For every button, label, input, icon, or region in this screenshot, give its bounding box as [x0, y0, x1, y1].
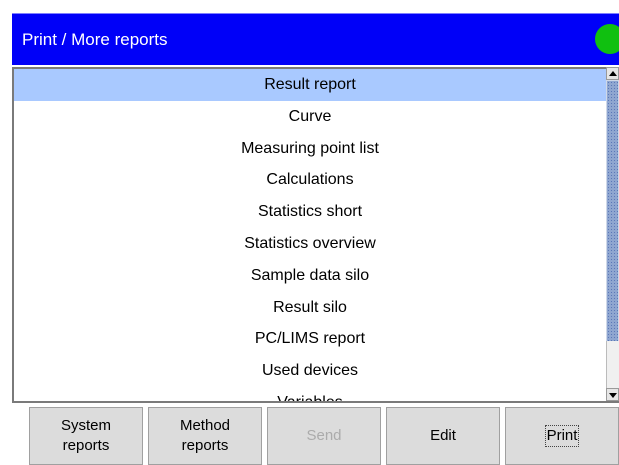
print-button[interactable]: Print — [505, 407, 619, 465]
scroll-thumb[interactable] — [607, 81, 618, 341]
app-window: Print / More reports Result report Curve… — [0, 0, 619, 465]
send-button[interactable]: Send — [267, 407, 381, 465]
report-list-panel: Result report Curve Measuring point list… — [12, 67, 619, 401]
report-list[interactable]: Result report Curve Measuring point list… — [14, 69, 606, 401]
edit-label: Edit — [430, 427, 456, 444]
list-item-curve[interactable]: Curve — [14, 101, 606, 133]
send-label: Send — [306, 427, 342, 444]
list-item-statistics-overview[interactable]: Statistics overview — [14, 228, 606, 260]
list-item-used-devices[interactable]: Used devices — [14, 355, 606, 387]
list-item-sample-data-silo[interactable]: Sample data silo — [14, 260, 606, 292]
method-reports-button[interactable]: Method reports — [148, 407, 262, 465]
list-item-variables[interactable]: Variables — [14, 387, 606, 401]
scroll-down-button[interactable] — [606, 388, 619, 401]
list-item-result-report[interactable]: Result report — [14, 69, 606, 101]
list-item-calculations[interactable]: Calculations — [14, 164, 606, 196]
button-bar: System reports Method reports Send Edit … — [12, 401, 619, 465]
system-reports-button[interactable]: System reports — [29, 407, 143, 465]
report-list-scrollbar[interactable] — [606, 67, 619, 401]
list-item-measuring-point-list[interactable]: Measuring point list — [14, 133, 606, 165]
print-label: Print — [544, 425, 580, 447]
arrow-down-icon — [609, 393, 617, 398]
status-indicator-icon — [595, 24, 619, 54]
system-reports-label: System reports — [60, 417, 111, 454]
scroll-up-button[interactable] — [606, 67, 619, 80]
edit-button[interactable]: Edit — [386, 407, 500, 465]
method-reports-label: Method reports — [179, 417, 231, 454]
arrow-up-icon — [609, 71, 617, 76]
title-bar: Print / More reports — [12, 13, 619, 65]
list-item-pc-lims-report[interactable]: PC/LIMS report — [14, 323, 606, 355]
list-item-result-silo[interactable]: Result silo — [14, 292, 606, 324]
list-item-statistics-short[interactable]: Statistics short — [14, 196, 606, 228]
page-title: Print / More reports — [22, 30, 168, 49]
scroll-track[interactable] — [606, 341, 619, 388]
